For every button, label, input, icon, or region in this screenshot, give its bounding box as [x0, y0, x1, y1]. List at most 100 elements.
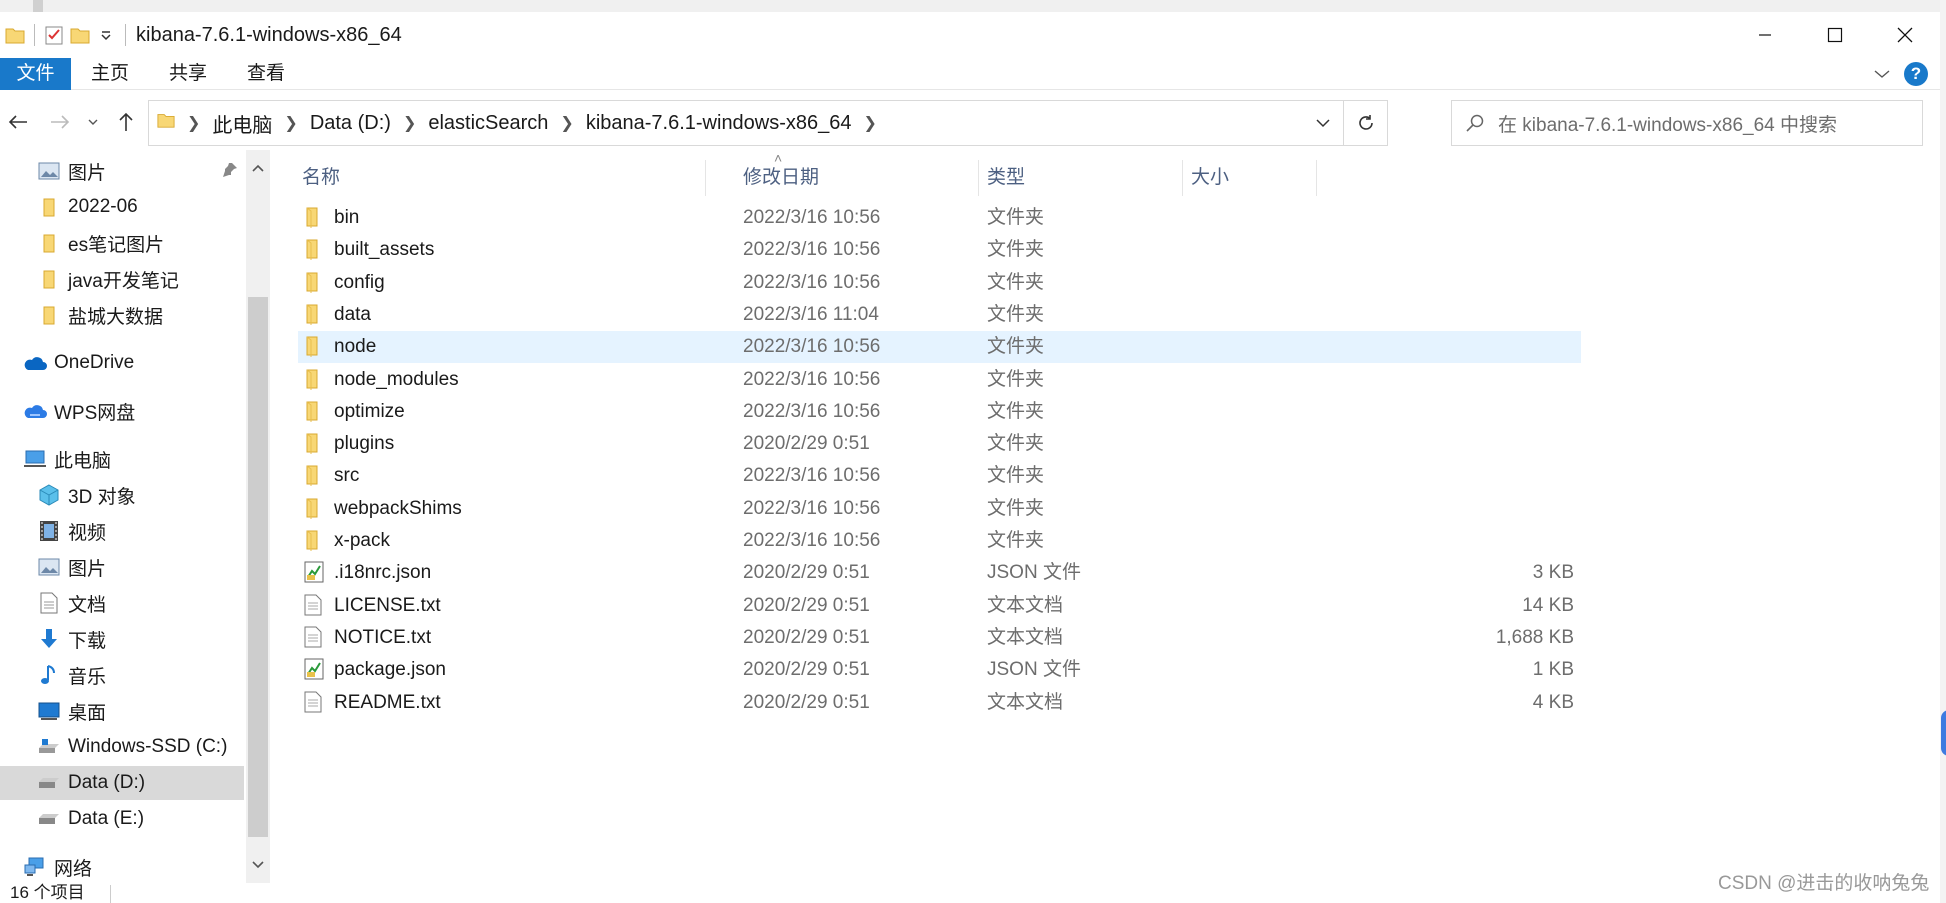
maximize-button[interactable] — [1800, 12, 1870, 58]
folder-icon — [304, 368, 326, 392]
sidebar-item-3d-objects[interactable]: 3D 对象 — [0, 478, 244, 512]
chevron-right-icon[interactable]: ❯ — [187, 113, 200, 133]
chevron-right-icon[interactable]: ❯ — [284, 113, 297, 133]
folder-icon — [304, 432, 326, 456]
up-button[interactable] — [112, 108, 140, 136]
file-size: 1,688 KB — [1495, 626, 1574, 648]
sidebar-item-label: 图片 — [68, 162, 107, 184]
tab-home[interactable]: 主页 — [75, 58, 145, 90]
file-type: 文件夹 — [987, 336, 1045, 358]
file-row[interactable]: x-pack 2022/3/16 10:56 文件夹 — [298, 525, 1581, 557]
file-row[interactable]: node_modules 2022/3/16 10:56 文件夹 — [298, 364, 1581, 396]
scrollbar-thumb[interactable] — [248, 297, 268, 837]
column-header-type[interactable]: 类型 — [979, 160, 1183, 196]
search-box[interactable]: 在 kibana-7.6.1-windows-x86_64 中搜索 — [1451, 100, 1923, 146]
sidebar-item-network[interactable]: 网络 — [0, 850, 244, 884]
tab-share[interactable]: 共享 — [153, 58, 223, 90]
sidebar-item-java-notes[interactable]: java开发笔记 — [0, 262, 244, 296]
breadcrumb-item[interactable]: kibana-7.6.1-windows-x86_64 — [586, 112, 852, 135]
sidebar-item-this-pc[interactable]: 此电脑 — [0, 442, 244, 476]
breadcrumb-item[interactable]: elasticSearch — [428, 112, 548, 135]
address-bar[interactable]: ❯ 此电脑 ❯ Data (D:) ❯ elasticSearch ❯ kiba… — [148, 100, 1388, 146]
scroll-up-button[interactable] — [246, 156, 270, 180]
file-name: config — [334, 271, 385, 293]
sidebar-item-documents[interactable]: 文档 — [0, 586, 244, 620]
file-row[interactable]: .i18nrc.json 2020/2/29 0:51 JSON 文件 3 KB — [298, 557, 1581, 589]
file-date: 2022/3/16 10:56 — [743, 368, 881, 390]
file-row[interactable]: LICENSE.txt 2020/2/29 0:51 文本文档 14 KB — [298, 590, 1581, 622]
sidebar-item-windows-ssd[interactable]: Windows-SSD (C:) — [0, 730, 244, 764]
file-row[interactable]: webpackShims 2022/3/16 10:56 文件夹 — [298, 493, 1581, 525]
sidebar-item-yancheng-bigdata[interactable]: 盐城大数据 — [0, 298, 244, 332]
help-icon[interactable]: ? — [1904, 62, 1928, 86]
sidebar-item-data-e[interactable]: Data (E:) — [0, 802, 244, 836]
breadcrumb-item[interactable]: 此电脑 — [212, 109, 272, 138]
sidebar-item-wps-cloud[interactable]: WPS网盘 — [0, 394, 244, 428]
side-widget[interactable] — [1941, 710, 1946, 756]
sidebar-item-onedrive[interactable]: OneDrive — [0, 346, 244, 380]
column-header-date[interactable]: 修改日期 — [735, 160, 979, 196]
file-type: 文件夹 — [987, 400, 1045, 422]
sidebar-item-videos[interactable]: 视频 — [0, 514, 244, 548]
sidebar-scrollbar[interactable] — [246, 150, 270, 883]
chevron-down-icon — [252, 861, 264, 869]
file-row[interactable]: bin 2022/3/16 10:56 文件夹 — [298, 202, 1581, 234]
sidebar-item-data-d[interactable]: Data (D:) — [0, 766, 244, 800]
sidebar-item-music[interactable]: 音乐 — [0, 658, 244, 692]
sidebar-item-desktop[interactable]: 桌面 — [0, 694, 244, 728]
pin-icon[interactable] — [222, 162, 238, 178]
back-arrow-icon — [8, 115, 27, 129]
tab-view[interactable]: 查看 — [231, 58, 301, 90]
column-header-size[interactable]: 大小 — [1183, 160, 1317, 196]
close-button[interactable] — [1870, 12, 1940, 58]
address-history-button[interactable] — [1303, 101, 1343, 145]
sidebar-item-downloads[interactable]: 下载 — [0, 622, 244, 656]
scroll-down-button[interactable] — [246, 853, 270, 877]
file-type: 文件夹 — [987, 368, 1045, 390]
customize-dropdown-icon[interactable] — [93, 22, 119, 48]
file-row[interactable]: plugins 2020/2/29 0:51 文件夹 — [298, 428, 1581, 460]
file-row[interactable]: config 2022/3/16 10:56 文件夹 — [298, 267, 1581, 299]
folder-icon — [304, 400, 326, 424]
column-header-name[interactable]: 名称 — [294, 160, 706, 196]
sidebar-item-pictures[interactable]: 图片 — [0, 550, 244, 584]
desktop-icon — [36, 699, 62, 723]
new-folder-icon[interactable] — [67, 22, 93, 48]
properties-icon[interactable] — [41, 22, 67, 48]
search-input[interactable]: 在 kibana-7.6.1-windows-x86_64 中搜索 — [1498, 110, 1837, 137]
tab-file[interactable]: 文件 — [0, 58, 71, 90]
sidebar-item-pictures-quick[interactable]: 图片 — [0, 154, 244, 188]
chevron-right-icon[interactable]: ❯ — [560, 113, 573, 133]
wps-cloud-icon — [22, 399, 48, 423]
file-name: bin — [334, 207, 360, 228]
system-drive-icon — [36, 735, 62, 759]
file-row[interactable]: src 2022/3/16 10:56 文件夹 — [298, 460, 1581, 492]
file-date: 2022/3/16 10:56 — [743, 530, 881, 551]
back-button[interactable] — [4, 108, 32, 136]
file-date: 2022/3/16 10:56 — [743, 271, 881, 293]
file-date: 2022/3/16 10:56 — [743, 207, 881, 228]
file-date: 2020/2/29 0:51 — [743, 562, 870, 584]
breadcrumb-item[interactable]: Data (D:) — [310, 112, 391, 135]
folder-icon[interactable] — [2, 22, 28, 48]
file-row[interactable]: data 2022/3/16 11:04 文件夹 — [298, 299, 1581, 331]
expand-ribbon-icon[interactable] — [1874, 63, 1890, 85]
refresh-button[interactable] — [1343, 101, 1387, 145]
file-row[interactable]: README.txt 2020/2/29 0:51 文本文档 4 KB — [298, 687, 1581, 719]
file-row[interactable]: node 2022/3/16 10:56 文件夹 — [298, 331, 1581, 364]
file-row[interactable]: package.json 2020/2/29 0:51 JSON 文件 1 KB — [298, 654, 1581, 686]
ribbon-tabs: 文件 主页 共享 查看 ? — [0, 58, 1940, 90]
folder-icon — [36, 303, 62, 327]
chevron-right-icon[interactable]: ❯ — [864, 113, 877, 133]
sidebar-item-label: 桌面 — [68, 702, 107, 724]
navigation-pane: 图片 2022-06 es笔记图片 java开发笔记 盐城大数据 OneDriv… — [0, 150, 246, 883]
file-row[interactable]: NOTICE.txt 2020/2/29 0:51 文本文档 1,688 KB — [298, 622, 1581, 654]
file-row[interactable]: built_assets 2022/3/16 10:56 文件夹 — [298, 234, 1581, 266]
forward-button[interactable] — [46, 108, 74, 136]
file-row[interactable]: optimize 2022/3/16 10:56 文件夹 — [298, 396, 1581, 428]
sidebar-item-es-notes[interactable]: es笔记图片 — [0, 226, 244, 260]
minimize-button[interactable] — [1730, 12, 1800, 58]
recent-locations-button[interactable] — [84, 108, 102, 136]
chevron-right-icon[interactable]: ❯ — [403, 113, 416, 133]
sidebar-item-2022-06[interactable]: 2022-06 — [0, 190, 244, 224]
